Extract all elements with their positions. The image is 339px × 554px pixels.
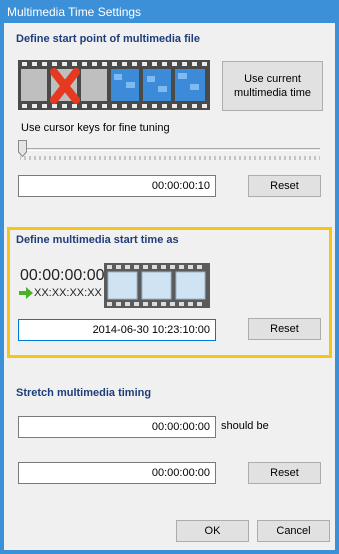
film-strip-icon — [104, 263, 210, 308]
use-current-time-button[interactable]: Use current multimedia time — [222, 61, 323, 111]
stretch-timing-heading: Stretch multimedia timing — [16, 387, 152, 399]
timecode-display: 00:00:00:00 — [20, 267, 105, 284]
film-strip-with-red-x-icon — [18, 60, 210, 110]
fine-tune-slider-thumb[interactable] — [18, 140, 27, 157]
ok-button[interactable]: OK — [176, 520, 249, 542]
define-reset-button[interactable]: Reset — [248, 318, 321, 340]
slider-hint-label: Use cursor keys for fine tuning — [21, 122, 170, 134]
fine-tune-slider-track[interactable] — [20, 148, 320, 151]
start-reset-button[interactable]: Reset — [248, 175, 321, 197]
should-be-label: should be — [221, 420, 269, 432]
start-point-heading: Define start point of multimedia file — [16, 33, 200, 45]
green-arrow-right-icon — [19, 287, 33, 299]
stretch-time-field-2[interactable]: 00:00:00:00 — [18, 462, 216, 484]
start-datetime-field[interactable]: 2014-06-30 10:23:10:00 — [18, 319, 216, 341]
slider-ticks — [20, 156, 320, 160]
cancel-button[interactable]: Cancel — [257, 520, 330, 542]
window-title: Multimedia Time Settings — [7, 5, 142, 19]
dialog-body: Define start point of multimedia file Us… — [4, 23, 335, 550]
start-time-field[interactable]: 00:00:00:10 — [18, 175, 216, 197]
target-timecode: XX:XX:XX:XX — [34, 287, 102, 299]
stretch-time-field-1[interactable]: 00:00:00:00 — [18, 416, 216, 438]
define-start-heading: Define multimedia start time as — [16, 234, 179, 246]
stretch-reset-button[interactable]: Reset — [248, 462, 321, 484]
window-titlebar: Multimedia Time Settings — [0, 0, 339, 23]
